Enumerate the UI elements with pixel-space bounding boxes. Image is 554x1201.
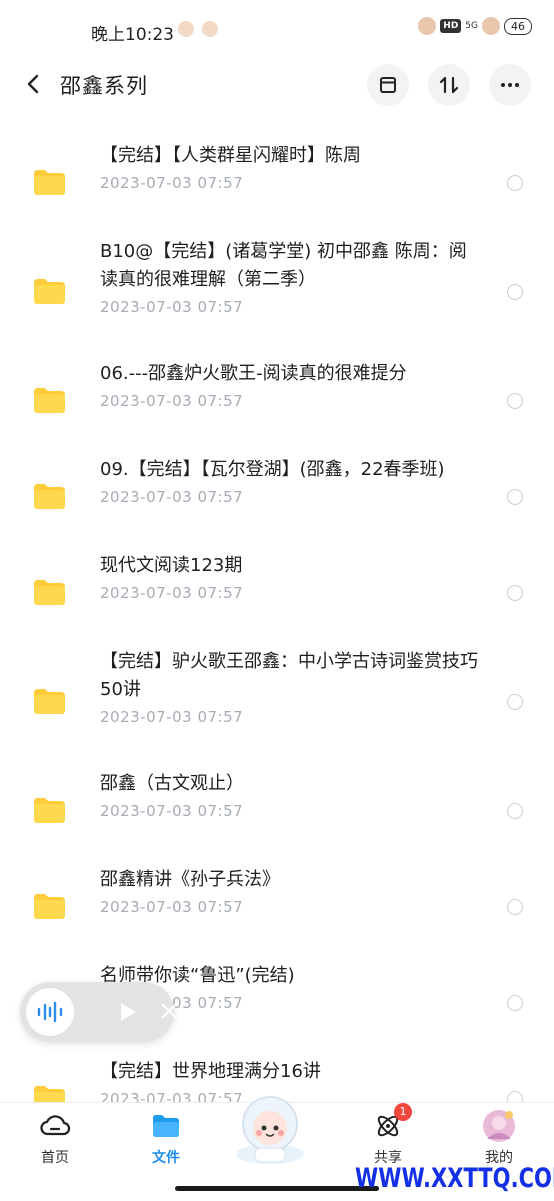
- file-date: 2023-07-03 07:57: [100, 174, 244, 192]
- file-list: 【完结】【人类群星闪耀时】陈周 2023-07-03 07:57 B10@【完结】(…: [0, 118, 554, 1130]
- file-row[interactable]: B10@【完结】(诸葛学堂) 初中邵鑫 陈周：阅读真的很难理解（第二季） 2023…: [0, 214, 554, 336]
- play-icon: [121, 1003, 136, 1021]
- select-radio[interactable]: [507, 175, 523, 191]
- more-icon: [501, 83, 519, 87]
- file-name: 【完结】【人类群星闪耀时】陈周: [100, 145, 361, 166]
- home-indicator: [175, 1186, 379, 1191]
- status-bar: 晚上10:23 HD 5G 46: [0, 0, 554, 60]
- file-name: 06.---邵鑫炉火歌王-阅读真的很难提分: [100, 363, 407, 384]
- file-row[interactable]: 邵鑫（古文观止） 2023-07-03 07:57: [0, 746, 554, 842]
- select-radio[interactable]: [507, 393, 523, 409]
- tab-share[interactable]: 1 共享: [348, 1103, 428, 1167]
- notification-badge: 1: [394, 1103, 412, 1121]
- more-button[interactable]: [489, 64, 531, 106]
- tab-home[interactable]: 首页: [15, 1103, 95, 1167]
- select-radio[interactable]: [507, 284, 523, 300]
- file-name: 【完结】世界地理满分16讲: [100, 1061, 321, 1082]
- notification-icon: [202, 21, 218, 37]
- folder-icon: [34, 170, 65, 195]
- status-indicators: HD 5G 46: [418, 17, 532, 35]
- tab-label: 文件: [152, 1150, 180, 1166]
- folder-icon: [153, 1115, 179, 1137]
- header: 邵鑫系列: [0, 60, 554, 110]
- select-all-button[interactable]: [367, 64, 409, 106]
- tab-profile[interactable]: 我的: [459, 1103, 539, 1167]
- close-player-button[interactable]: [160, 1002, 178, 1024]
- file-date: 2023-07-03 07:57: [100, 898, 244, 916]
- file-date: 2023-07-03 07:57: [100, 584, 244, 602]
- play-button[interactable]: [118, 1001, 138, 1027]
- signal-icon: 5G: [465, 20, 478, 31]
- sort-button[interactable]: [428, 64, 470, 106]
- watermark-text: WWW.XXTTQ.COM: [355, 1163, 554, 1194]
- tab-files[interactable]: 文件: [126, 1103, 206, 1167]
- file-row[interactable]: 邵鑫精讲《孙子兵法》 2023-07-03 07:57: [0, 842, 554, 938]
- file-name: 邵鑫精讲《孙子兵法》: [100, 869, 280, 890]
- select-radio[interactable]: [507, 803, 523, 819]
- file-name: 邵鑫（古文观止）: [100, 773, 244, 794]
- close-icon: [161, 1003, 177, 1019]
- file-row[interactable]: 【完结】【人类群星闪耀时】陈周 2023-07-03 07:57: [0, 118, 554, 214]
- file-date: 2023-07-03 07:57: [100, 298, 244, 316]
- file-name: 09.【完结】【瓦尔登湖】(邵鑫，22春季班): [100, 459, 445, 480]
- select-radio[interactable]: [507, 489, 523, 505]
- decoration-icon: [418, 17, 437, 35]
- file-name: 现代文阅读123期: [100, 555, 243, 576]
- file-row[interactable]: 06.---邵鑫炉火歌王-阅读真的很难提分 2023-07-03 07:57: [0, 336, 554, 432]
- folder-icon: [34, 279, 65, 304]
- file-date: 2023-07-03 07:57: [100, 802, 244, 820]
- status-time: 晚上10:23: [91, 25, 174, 45]
- select-radio[interactable]: [507, 694, 523, 710]
- audio-player[interactable]: [20, 982, 177, 1042]
- back-button[interactable]: [22, 72, 46, 96]
- audio-wave-button[interactable]: [26, 988, 74, 1036]
- file-row[interactable]: 09.【完结】【瓦尔登湖】(邵鑫，22春季班) 2023-07-03 07:57: [0, 432, 554, 528]
- file-name: 【完结】驴火歌王邵鑫：中小学古诗词鉴赏技巧50讲: [100, 651, 478, 700]
- chevron-left-icon: [27, 74, 39, 94]
- file-date: 2023-07-03 07:57: [100, 488, 244, 506]
- audio-wave-icon: [37, 1001, 63, 1023]
- tab-label: 首页: [41, 1150, 69, 1166]
- notification-icon: [178, 21, 194, 37]
- file-date: 2023-07-03 07:57: [100, 708, 244, 726]
- file-row[interactable]: 【完结】驴火歌王邵鑫：中小学古诗词鉴赏技巧50讲 2023-07-03 07:57: [0, 624, 554, 746]
- select-radio[interactable]: [507, 899, 523, 915]
- select-radio[interactable]: [507, 995, 523, 1011]
- folder-icon: [34, 798, 65, 823]
- folder-icon: [34, 894, 65, 919]
- sort-icon: [439, 76, 459, 94]
- decoration-icon: [482, 17, 500, 35]
- file-date: 2023-07-03 07:57: [100, 392, 244, 410]
- folder-icon: [34, 388, 65, 413]
- folder-icon: [34, 689, 65, 714]
- box-icon: [380, 77, 396, 93]
- folder-icon: [34, 484, 65, 509]
- page-title: 邵鑫系列: [60, 74, 148, 98]
- avatar: [483, 1110, 515, 1142]
- hd-icon: HD: [440, 19, 462, 33]
- file-row[interactable]: 现代文阅读123期 2023-07-03 07:57: [0, 528, 554, 624]
- astronaut-mascot-icon: [236, 1096, 304, 1164]
- folder-icon: [34, 580, 65, 605]
- mascot-button[interactable]: [225, 1088, 315, 1166]
- file-name: B10@【完结】(诸葛学堂) 初中邵鑫 陈周：阅读真的很难理解（第二季）: [100, 241, 467, 290]
- battery-icon: 46: [504, 17, 532, 35]
- cloud-icon: [40, 1115, 71, 1136]
- select-radio[interactable]: [507, 585, 523, 601]
